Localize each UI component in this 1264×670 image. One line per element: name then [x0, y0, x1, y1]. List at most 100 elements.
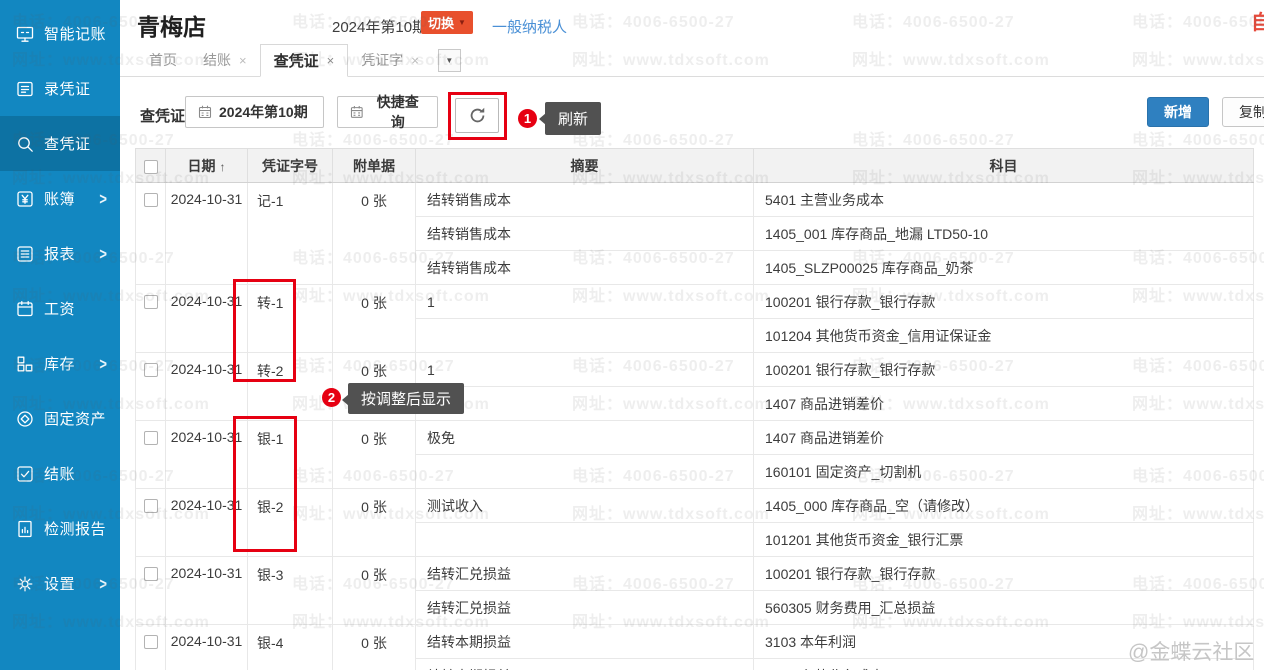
row-checkbox-cell [136, 625, 166, 670]
tab-查凭证[interactable]: 查凭证 × [260, 44, 349, 77]
voucher-number: 银-4 [248, 625, 333, 670]
line-subject: 1407 商品进销差价 [754, 387, 1254, 421]
store-name: 青梅店 [137, 8, 206, 42]
select-all-checkbox[interactable] [144, 160, 158, 174]
sidebar-item-1[interactable]: 智能记账 [0, 6, 120, 61]
line-summary: 1 [416, 285, 754, 319]
row-checkbox[interactable] [144, 431, 158, 445]
voucher-line-row[interactable]: 2024-10-31银-40 张结转本期损益3103 本年利润 [136, 625, 1254, 659]
row-checkbox[interactable] [144, 499, 158, 513]
sort-asc-icon: ↑ [219, 160, 225, 174]
line-summary: 结转销售成本 [416, 251, 754, 285]
topbar: 青梅店 2024年第10期 切换 ▼ 一般纳税人 [120, 0, 1264, 44]
taxpayer-type-link[interactable]: 一般纳税人 [492, 16, 567, 37]
line-subject: 101204 其他货币资金_信用证保证金 [754, 319, 1254, 353]
page-title: 查凭证 [140, 105, 185, 126]
corner-partial-badge: 自 [1251, 6, 1264, 35]
quick-query-button[interactable]: 快捷查询 [337, 96, 438, 128]
column-header-subject[interactable]: 科目 [754, 149, 1254, 183]
row-checkbox[interactable] [144, 295, 158, 309]
line-subject: 101201 其他货币资金_银行汇票 [754, 523, 1254, 557]
tab-首页[interactable]: 首页 [136, 44, 190, 76]
voucher-number: 银-1 [248, 421, 333, 489]
add-voucher-button[interactable]: 新增 [1147, 97, 1209, 127]
sidebar-item-9[interactable]: 结账 [0, 446, 120, 501]
voucher-number: 银-2 [248, 489, 333, 557]
row-checkbox[interactable] [144, 193, 158, 207]
column-header-date[interactable]: 日期 ↑ [166, 149, 248, 183]
smart-accounting-icon [15, 24, 35, 44]
sidebar-item-7[interactable]: 库存> [0, 336, 120, 391]
line-subject: 3103 本年利润 [754, 625, 1254, 659]
voucher-line-row[interactable]: 2024-10-31转-20 张1100201 银行存款_银行存款 [136, 353, 1254, 387]
sidebar-item-8[interactable]: 固定资产 [0, 391, 120, 446]
copy-voucher-button[interactable]: 复制 [1222, 97, 1264, 127]
inspection-report-icon [15, 519, 35, 539]
voucher-attachments: 0 张 [333, 421, 416, 489]
chevron-right-icon: > [99, 574, 107, 594]
sidebar-item-2[interactable]: 录凭证 [0, 61, 120, 116]
voucher-attachments: 0 张 [333, 285, 416, 353]
voucher-date: 2024-10-31 [166, 183, 248, 285]
voucher-search-icon [15, 134, 35, 154]
line-subject: 5401 主营业务成本 [754, 183, 1254, 217]
voucher-line-row[interactable]: 2024-10-31银-20 张测试收入1405_000 库存商品_空（请修改） [136, 489, 1254, 523]
tab-结账[interactable]: 结账× [190, 44, 260, 76]
voucher-line-row[interactable]: 2024-10-31银-30 张结转汇兑损益100201 银行存款_银行存款 [136, 557, 1254, 591]
refresh-button[interactable] [455, 98, 499, 133]
calendar-icon [198, 105, 212, 119]
line-subject: 1407 商品进销差价 [754, 421, 1254, 455]
row-checkbox[interactable] [144, 567, 158, 581]
voucher-attachments: 0 张 [333, 183, 416, 285]
row-checkbox[interactable] [144, 363, 158, 377]
settings-icon [15, 574, 35, 594]
tab-label: 查凭证 [274, 50, 319, 71]
sidebar-item-10[interactable]: 检测报告 [0, 501, 120, 556]
ledger-icon [15, 189, 35, 209]
sidebar-item-11[interactable]: 设置> [0, 556, 120, 611]
sidebar-item-4[interactable]: 账簿> [0, 171, 120, 226]
row-checkbox-cell [136, 489, 166, 557]
column-header-attachments[interactable]: 附单据 [333, 149, 416, 183]
quick-query-label: 快捷查询 [371, 92, 425, 132]
voucher-line-row[interactable]: 2024-10-31记-10 张结转销售成本5401 主营业务成本 [136, 183, 1254, 217]
sidebar-item-label: 结账 [44, 463, 75, 484]
row-checkbox[interactable] [144, 635, 158, 649]
sidebar-item-label: 账簿 [44, 188, 75, 209]
close-tab-icon[interactable]: × [411, 53, 419, 68]
close-tab-icon[interactable]: × [239, 53, 247, 68]
voucher-number: 转-1 [248, 285, 333, 353]
line-summary: 测试收入 [416, 489, 754, 523]
line-summary: 结转销售成本 [416, 183, 754, 217]
tab-凭证字[interactable]: 凭证字× [348, 44, 432, 76]
sidebar-item-label: 查凭证 [44, 133, 91, 154]
column-header-summary[interactable]: 摘要 [416, 149, 754, 183]
calendar-icon [350, 105, 364, 119]
line-subject: 160101 固定资产_切割机 [754, 455, 1254, 489]
voucher-line-row[interactable]: 2024-10-31银-10 张极免1407 商品进销差价 [136, 421, 1254, 455]
sidebar-item-label: 工资 [44, 298, 75, 319]
sidebar-item-6[interactable]: 工资 [0, 281, 120, 336]
close-tab-icon[interactable]: × [327, 53, 335, 68]
chevron-right-icon: > [99, 244, 107, 264]
line-summary [416, 387, 754, 421]
voucher-date: 2024-10-31 [166, 557, 248, 625]
switch-period-button[interactable]: 切换 ▼ [421, 11, 473, 34]
sidebar-item-3[interactable]: 查凭证 [0, 116, 120, 171]
table-header-row: 日期 ↑ 凭证字号 附单据 摘要 科目 [136, 149, 1254, 183]
tab-bar: 首页结账×查凭证×凭证字×▼ [120, 44, 1264, 77]
voucher-number: 记-1 [248, 183, 333, 285]
salary-icon [15, 299, 35, 319]
row-checkbox-cell [136, 353, 166, 421]
period-filter-button[interactable]: 2024年第10期 [185, 96, 324, 128]
column-header-voucher-no[interactable]: 凭证字号 [248, 149, 333, 183]
voucher-line-row[interactable]: 2024-10-31转-10 张1100201 银行存款_银行存款 [136, 285, 1254, 319]
annotation-step-1-badge: 1 [518, 109, 537, 128]
tab-list-dropdown-button[interactable]: ▼ [438, 49, 461, 72]
line-summary: 结转销售成本 [416, 217, 754, 251]
caret-down-icon: ▼ [458, 18, 466, 27]
current-period: 2024年第10期 [332, 16, 427, 37]
sidebar-item-5[interactable]: 报表> [0, 226, 120, 281]
line-subject: 5401 主营业务成本 [754, 659, 1254, 670]
line-subject: 1405_000 库存商品_空（请修改） [754, 489, 1254, 523]
